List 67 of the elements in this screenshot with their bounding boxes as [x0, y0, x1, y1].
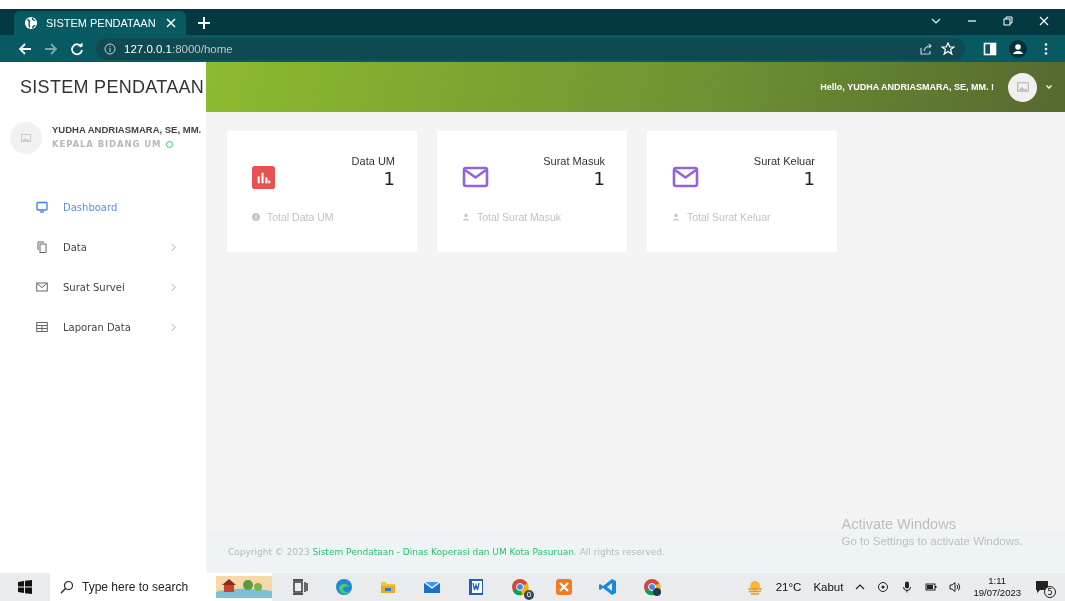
- card-caption: Total Surat Keluar: [687, 211, 771, 223]
- tab-title: SISTEM PENDATAAN: [46, 17, 157, 29]
- microphone-icon[interactable]: [901, 581, 914, 593]
- globe-icon: [24, 16, 38, 30]
- card-value: 1: [803, 168, 815, 189]
- card-title: Surat Masuk: [543, 155, 605, 167]
- card-value: 1: [593, 168, 605, 189]
- word-icon[interactable]: [466, 577, 486, 597]
- avatar-image: [10, 122, 42, 154]
- battery-icon[interactable]: [925, 581, 938, 593]
- avatar-image[interactable]: [1008, 72, 1037, 102]
- nav-item[interactable]: Laporan Data: [36, 318, 176, 336]
- card-title: Data UM: [351, 155, 395, 167]
- taskbar-clock[interactable]: 1:11 19/07/2023: [973, 575, 1021, 599]
- weather-text[interactable]: Kabut: [813, 581, 844, 593]
- greeting-text: Hello, YUDHA ANDRIASMARA, SE, MM. !: [820, 82, 994, 92]
- monitor-icon: [36, 201, 48, 213]
- chrome-icon[interactable]: [642, 577, 662, 597]
- table-icon: [36, 321, 48, 333]
- back-arrow-icon[interactable]: [18, 41, 32, 56]
- user-name: YUDHA ANDRIASMARA, SE, MM.: [52, 123, 202, 135]
- chevron-down-icon[interactable]: [931, 16, 941, 26]
- landscape-drawing: [216, 576, 272, 598]
- activation-title: Activate Windows: [841, 516, 957, 532]
- speaker-icon[interactable]: [949, 581, 962, 593]
- user-role: KEPALA BIDANG UM: [52, 139, 162, 149]
- user-icon: [462, 213, 470, 221]
- address-bar[interactable]: 127.0.0.1:8000/home: [96, 37, 965, 60]
- xampp-icon[interactable]: [554, 577, 574, 597]
- mail-icon: [672, 166, 699, 188]
- share-icon[interactable]: [919, 41, 933, 56]
- card-title: Surat Keluar: [753, 155, 815, 167]
- task-view-icon[interactable]: [290, 577, 310, 597]
- code-editor-icon[interactable]: [598, 577, 618, 597]
- card-caption: Total Surat Masuk: [477, 211, 562, 223]
- mail-icon: [36, 281, 48, 293]
- forward-arrow-icon[interactable]: [44, 41, 58, 56]
- chevron-down-icon[interactable]: [1045, 83, 1053, 91]
- restore-icon[interactable]: [1003, 16, 1013, 26]
- brand-title[interactable]: SISTEM PENDATAAN: [0, 62, 206, 112]
- info-icon: [104, 42, 116, 55]
- reload-icon[interactable]: [70, 41, 84, 56]
- notification-button[interactable]: 5: [1033, 578, 1055, 596]
- edge-browser-icon[interactable]: [334, 577, 354, 597]
- search-icon: [60, 580, 74, 594]
- star-icon[interactable]: [941, 41, 955, 56]
- close-icon[interactable]: [1039, 16, 1049, 26]
- nav-item[interactable]: Data: [36, 238, 176, 256]
- chevron-up-icon[interactable]: [855, 582, 866, 592]
- card-value: 1: [383, 168, 395, 189]
- side-panel-icon[interactable]: [983, 41, 997, 56]
- temperature-text[interactable]: 21°C: [775, 581, 802, 593]
- close-icon[interactable]: [166, 18, 176, 28]
- card-caption: Total Data UM: [267, 211, 334, 223]
- chrome-icon[interactable]: [510, 577, 530, 597]
- profile-icon[interactable]: [1009, 39, 1027, 58]
- camera-icon[interactable]: [877, 581, 890, 593]
- new-tab-icon[interactable]: [198, 17, 210, 29]
- mail-icon: [462, 166, 489, 188]
- start-icon[interactable]: [18, 580, 32, 594]
- nav-item[interactable]: Surat Survei: [36, 278, 176, 296]
- copy-icon: [36, 241, 48, 253]
- info-icon: [252, 213, 260, 221]
- bar-chart-icon: [252, 166, 275, 189]
- user-icon: [672, 213, 680, 221]
- taskbar-search-field[interactable]: Type here to search: [50, 573, 272, 601]
- browser-tab[interactable]: SISTEM PENDATAAN: [14, 11, 186, 35]
